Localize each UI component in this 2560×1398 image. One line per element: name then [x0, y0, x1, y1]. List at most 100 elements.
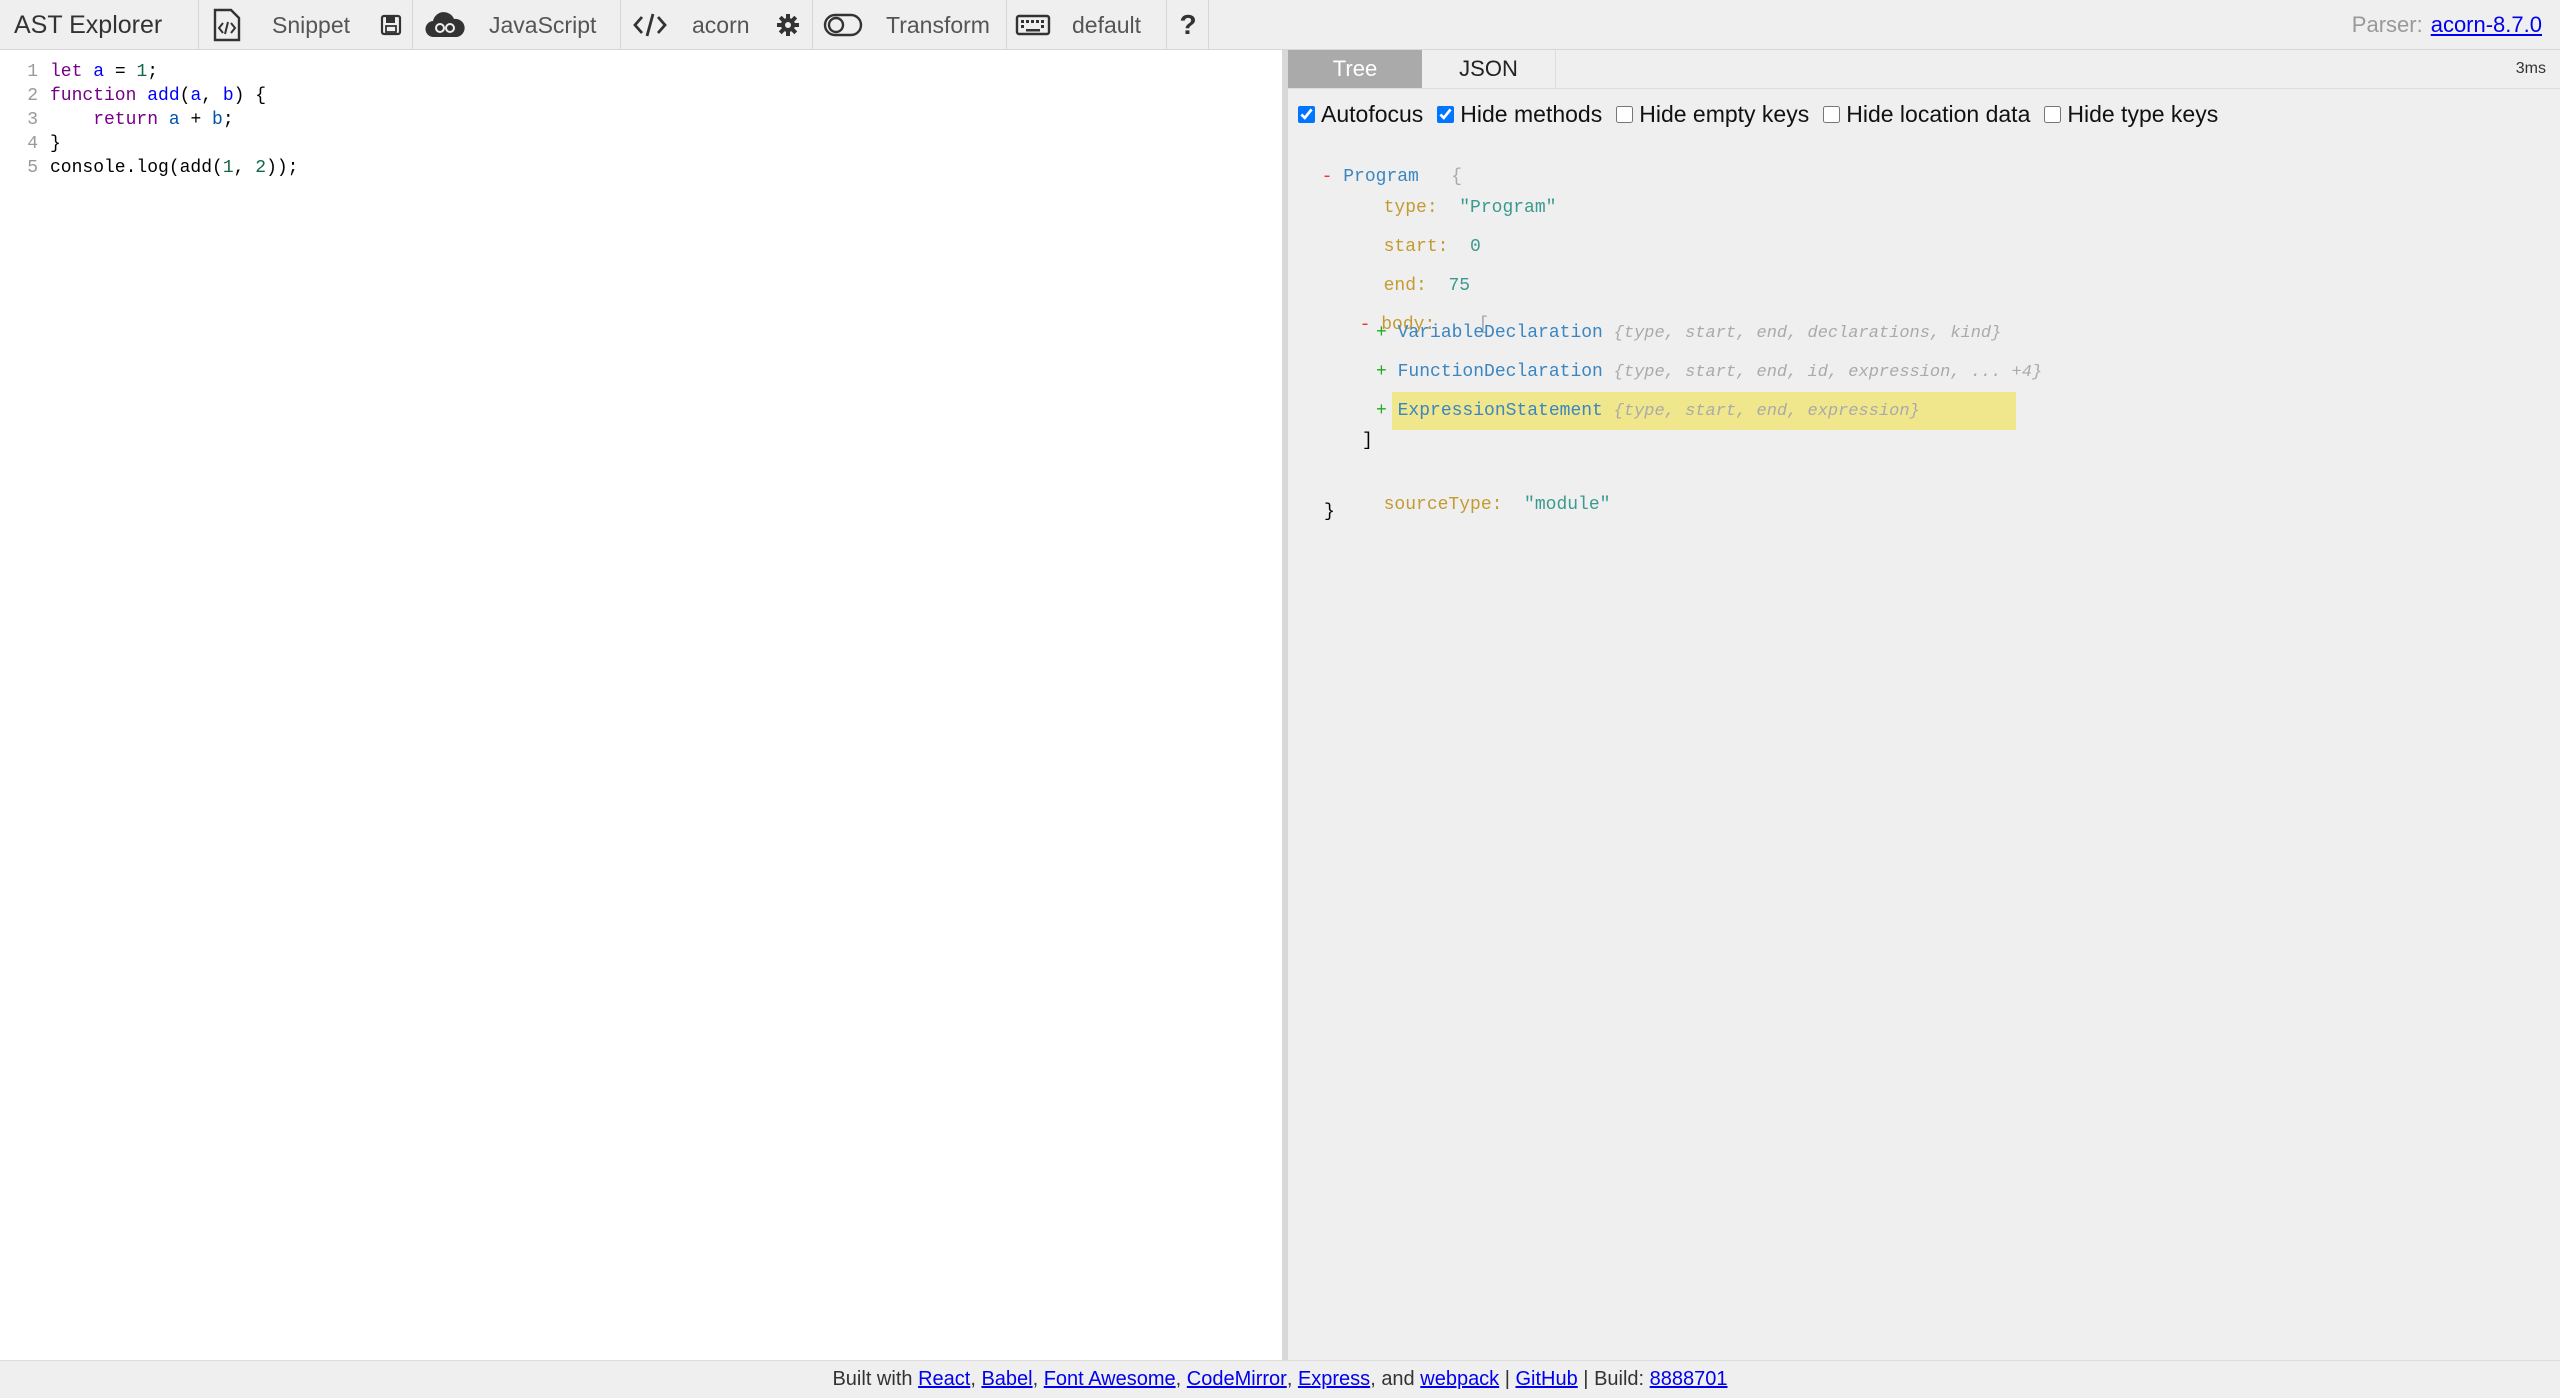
hide-location-data-checkbox[interactable]	[1823, 105, 1841, 123]
code-token: let	[50, 62, 94, 82]
node-summary: {type, start, end, declarations, kind}	[1613, 324, 2002, 343]
code-token: b	[212, 110, 223, 130]
code-token: function	[50, 86, 148, 106]
expression-statement-node[interactable]: + ExpressionStatement {type, start, end,…	[1376, 399, 1920, 424]
code-text[interactable]: }	[50, 132, 61, 156]
code-text[interactable]: function add(a, b) {	[50, 84, 266, 108]
expand-toggle[interactable]: +	[1376, 323, 1387, 343]
snippet-file-icon[interactable]	[206, 0, 248, 50]
language-select[interactable]: JavaScript	[489, 0, 596, 50]
express-link[interactable]: Express	[1298, 1368, 1370, 1391]
code-token: ;	[222, 110, 234, 130]
parser-version-link[interactable]: acorn-8.7.0	[2431, 12, 2542, 38]
expand-toggle[interactable]: +	[1376, 401, 1387, 421]
code-token: a	[190, 86, 202, 106]
react-link[interactable]: React	[918, 1368, 970, 1391]
code-token: ,	[201, 86, 223, 106]
function-declaration-node[interactable]: + FunctionDeclaration {type, start, end,…	[1376, 360, 2042, 385]
hide-methods-label: Hide methods	[1460, 100, 1603, 127]
keymap-select[interactable]: default	[1072, 0, 1141, 50]
line-number: 5	[27, 158, 38, 178]
code-token: (	[179, 86, 191, 106]
transform-menu[interactable]: Transform	[886, 0, 990, 50]
close-brace: }	[1324, 502, 1335, 522]
code-token: }	[50, 134, 61, 154]
parse-time: 3ms	[2515, 60, 2546, 77]
divider	[1006, 0, 1007, 50]
divider	[1166, 0, 1167, 50]
node-summary: {type, start, end, expression}	[1613, 402, 1920, 421]
code-editor[interactable]: 1 let a = 1; 2 function add(a, b) {3 return…	[0, 50, 1282, 1360]
built-with-text: Built with	[832, 1368, 913, 1390]
help-icon[interactable]: ?	[1170, 0, 1206, 50]
close-bracket: ]	[1362, 431, 1373, 451]
and-text: and	[1381, 1368, 1415, 1390]
app-title: AST Explorer	[14, 10, 163, 39]
code-token: a	[93, 62, 105, 82]
build-link[interactable]: 8888701	[1650, 1368, 1728, 1391]
hide-type-keys-option[interactable]: Hide type keys	[2044, 101, 2218, 128]
code-text[interactable]: console.log(add(1, 2));	[50, 156, 298, 180]
toggle-icon[interactable]	[818, 0, 868, 50]
line-number: 2	[27, 86, 38, 106]
node-name[interactable]: VariableDeclaration	[1398, 323, 1603, 343]
node-summary: {type, start, end, id, expression, ... +…	[1613, 363, 2043, 382]
tab-tree[interactable]: Tree	[1288, 50, 1422, 88]
hide-location-data-option[interactable]: Hide location data	[1823, 101, 2030, 128]
webpack-link[interactable]: webpack	[1420, 1368, 1499, 1391]
code-token: =	[104, 62, 137, 82]
code-icon[interactable]	[626, 0, 674, 50]
code-token: b	[222, 86, 234, 106]
line-number: 4	[27, 134, 38, 154]
code-token: +	[179, 110, 213, 130]
collapse-toggle[interactable]: -	[1322, 167, 1333, 187]
variable-declaration-node[interactable]: + VariableDeclaration {type, start, end,…	[1376, 321, 2001, 346]
keyboard-icon[interactable]	[1010, 0, 1056, 50]
divider	[412, 0, 413, 50]
code-text[interactable]: let a = 1;	[50, 60, 158, 84]
babel-link[interactable]: Babel	[981, 1368, 1032, 1391]
code-text[interactable]: return a + b;	[50, 108, 234, 132]
hide-type-keys-checkbox[interactable]	[2044, 105, 2062, 123]
hide-type-keys-label: Hide type keys	[2067, 100, 2219, 127]
divider	[620, 0, 621, 50]
code-token: ) {	[233, 86, 267, 106]
node-name[interactable]: ExpressionStatement	[1398, 401, 1603, 421]
build-prefix: Build:	[1594, 1368, 1645, 1390]
property-key: sourceType:	[1383, 495, 1503, 515]
hide-methods-checkbox[interactable]	[1437, 105, 1455, 123]
autofocus-checkbox[interactable]	[1298, 105, 1315, 123]
code-token: 1	[222, 158, 234, 178]
code-token: return	[50, 110, 169, 130]
code-token: ,	[233, 158, 256, 178]
tab-json[interactable]: JSON	[1422, 50, 1556, 88]
parser-info: Parser: acorn-8.7.0	[2352, 0, 2542, 50]
code-token: 1	[136, 62, 148, 82]
autofocus-option[interactable]: Autofocus	[1298, 101, 1423, 128]
hide-location-data-label: Hide location data	[1846, 100, 2031, 127]
save-icon[interactable]	[374, 0, 408, 50]
code-token: 2	[255, 158, 267, 178]
code-token: ));	[266, 158, 299, 178]
cloud-icon[interactable]	[420, 0, 470, 50]
code-token: add	[147, 86, 180, 106]
codemirror-link[interactable]: CodeMirror	[1187, 1368, 1287, 1391]
hide-empty-keys-checkbox[interactable]	[1616, 105, 1634, 123]
snippet-menu[interactable]: Snippet	[272, 0, 350, 50]
parser-prefix: Parser:	[2351, 12, 2423, 37]
autofocus-label: Autofocus	[1321, 100, 1424, 127]
hide-empty-keys-option[interactable]: Hide empty keys	[1616, 101, 1809, 128]
expand-toggle[interactable]: +	[1376, 362, 1387, 382]
github-link[interactable]: GitHub	[1516, 1368, 1578, 1391]
parser-select[interactable]: acorn	[692, 0, 750, 50]
footer: Built with React, Babel, Font Awesome, C…	[0, 1360, 2560, 1398]
node-name[interactable]: FunctionDeclaration	[1398, 362, 1603, 382]
collapse-toggle[interactable]: -	[1360, 315, 1371, 335]
code-token: ;	[147, 62, 159, 82]
gear-icon[interactable]	[770, 0, 806, 50]
toolbar: AST Explorer Snippet JavaScript acorn Tr…	[0, 0, 2560, 50]
sourcetype-property: sourceType: "module"	[1362, 469, 1611, 517]
hide-methods-option[interactable]: Hide methods	[1437, 101, 1602, 128]
font-awesome-link[interactable]: Font Awesome	[1044, 1368, 1176, 1391]
code-token: a	[168, 110, 180, 130]
